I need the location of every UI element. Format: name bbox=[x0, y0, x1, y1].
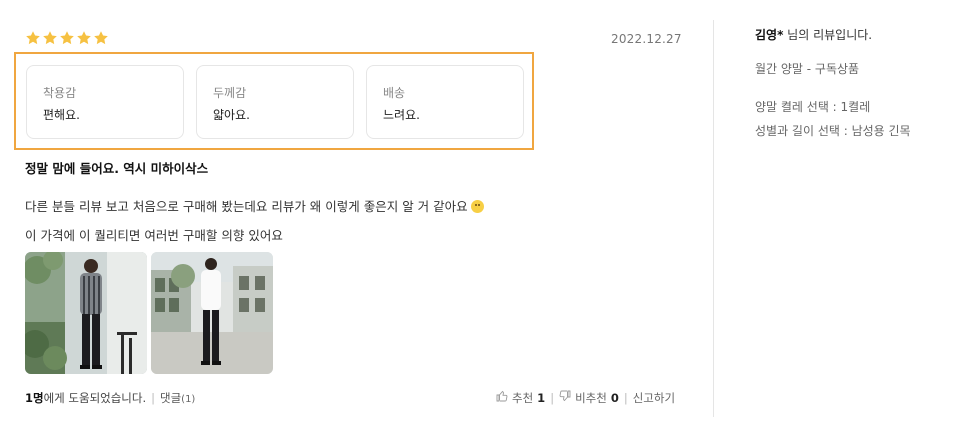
recommend-count: 1 bbox=[537, 391, 546, 405]
attribute-value: 편해요. bbox=[43, 108, 80, 122]
not-recommend-label: 비추천 bbox=[575, 391, 607, 405]
review-photo-1[interactable] bbox=[25, 252, 147, 374]
attribute-label: 두께감 bbox=[213, 86, 247, 100]
helpful-count: 1명 bbox=[25, 391, 44, 405]
review-date: 2022.12.27 bbox=[611, 32, 682, 46]
reply-label: 댓글 bbox=[160, 391, 182, 405]
reviewer-line: 김영* 님의 리뷰입니다. bbox=[755, 26, 872, 43]
reply-count: (1) bbox=[181, 394, 196, 405]
star-icon bbox=[25, 30, 41, 46]
helpful-text: 에게 도움되었습니다. bbox=[43, 391, 147, 405]
star-icon bbox=[59, 30, 75, 46]
attribute-label: 배송 bbox=[383, 86, 406, 100]
smile-emoji-icon bbox=[470, 200, 484, 213]
not-recommend-count: 0 bbox=[610, 391, 619, 405]
not-recommend-button[interactable]: 비추천 0 bbox=[559, 390, 619, 406]
vertical-divider bbox=[713, 20, 714, 417]
attribute-value: 얇아요. bbox=[213, 108, 250, 122]
option-gender-length: 성별과 길이 선택 : 남성용 긴목 bbox=[755, 124, 911, 138]
product-name: 월간 양말 - 구독상품 bbox=[755, 62, 860, 76]
divider-pipe: | bbox=[151, 391, 155, 405]
attribute-card-delivery: 배송 느려요. bbox=[366, 65, 524, 139]
option-count: 양말 켤레 선택 : 1켤레 bbox=[755, 100, 871, 114]
thumbs-down-icon bbox=[559, 390, 571, 402]
attribute-card-thickness: 두께감 얇아요. bbox=[196, 65, 354, 139]
star-rating bbox=[25, 30, 109, 46]
review-photo-2[interactable] bbox=[151, 252, 273, 374]
review-body-line: 다른 분들 리뷰 보고 처음으로 구매해 봤는데요 리뷰가 왜 이렇게 좋은지 … bbox=[25, 196, 484, 215]
attribute-value: 느려요. bbox=[383, 108, 420, 122]
attribute-label: 착용감 bbox=[43, 86, 77, 100]
review-actions: 추천 1 | 비추천 0 | 신고하기 bbox=[496, 390, 675, 406]
star-icon bbox=[93, 30, 109, 46]
star-icon bbox=[42, 30, 58, 46]
review-card: 2022.12.27 착용감 편해요. 두께감 얇아요. 배송 느려요. 정말 … bbox=[0, 0, 954, 426]
attribute-card-fit: 착용감 편해요. bbox=[26, 65, 184, 139]
reviewer-name: 김영* bbox=[755, 28, 784, 42]
review-body-text: 다른 분들 리뷰 보고 처음으로 구매해 봤는데요 리뷰가 왜 이렇게 좋은지 … bbox=[25, 199, 468, 214]
thumbs-up-icon bbox=[496, 390, 508, 402]
review-body-line: 이 가격에 이 퀄리티면 여러번 구매할 의향 있어요 bbox=[25, 228, 283, 243]
star-icon bbox=[76, 30, 92, 46]
reviewer-suffix: 님의 리뷰입니다. bbox=[783, 28, 873, 42]
recommend-label: 추천 bbox=[512, 391, 534, 405]
attribute-highlight-box: 착용감 편해요. 두께감 얇아요. 배송 느려요. bbox=[14, 52, 534, 150]
recommend-button[interactable]: 추천 1 bbox=[496, 390, 545, 406]
report-button[interactable]: 신고하기 bbox=[633, 390, 675, 406]
divider-pipe: | bbox=[550, 391, 555, 405]
review-headline: 정말 맘에 들어요. 역시 미하이삭스 bbox=[25, 161, 209, 176]
helpful-summary: 1명에게 도움되었습니다. | 댓글(1) bbox=[25, 390, 195, 406]
reply-link[interactable]: 댓글(1) bbox=[160, 391, 195, 405]
divider-pipe: | bbox=[623, 391, 628, 405]
